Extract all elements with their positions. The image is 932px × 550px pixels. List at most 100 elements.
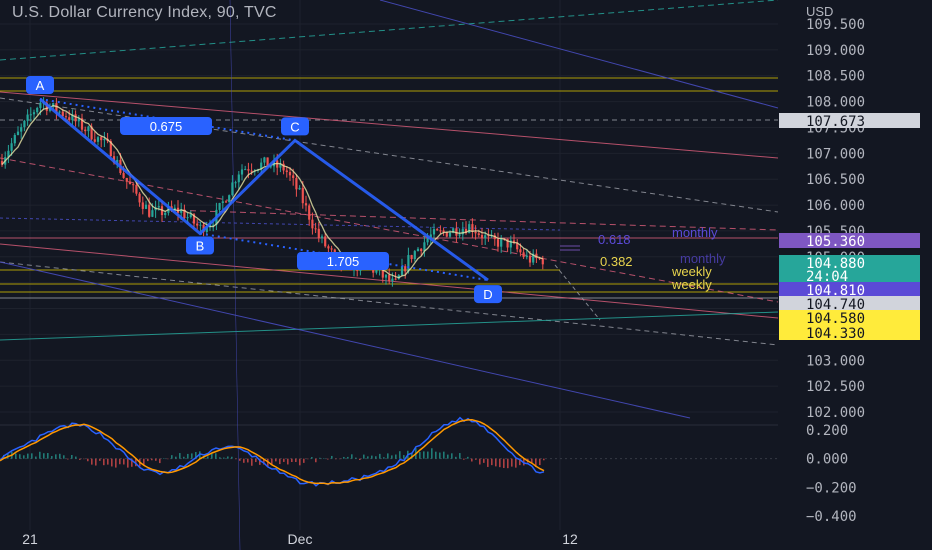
- monthly-level-label: monthly: [680, 251, 726, 266]
- candle-body: [128, 181, 132, 185]
- candle-body: [103, 138, 106, 141]
- price-axis-tick: 109.000: [806, 43, 865, 59]
- histogram-bar: [495, 458, 497, 467]
- histogram-bar: [451, 453, 453, 459]
- candle-body: [304, 203, 308, 206]
- histogram-bar: [51, 456, 53, 459]
- oscillator-axis-tick: −0.400: [806, 509, 857, 525]
- histogram-bar: [499, 458, 501, 468]
- candle-body: [404, 266, 407, 272]
- candle-body: [135, 185, 138, 194]
- price-label-value: 104.580: [806, 311, 865, 327]
- candle-body: [285, 170, 288, 173]
- oscillator-axis-tick: 0.200: [806, 423, 848, 439]
- histogram-bar: [419, 452, 421, 459]
- candle-body: [448, 232, 452, 237]
- histogram-bar: [355, 457, 357, 459]
- candle-body: [500, 238, 503, 247]
- price-axis-tick: 108.500: [806, 69, 865, 85]
- histogram-bar: [279, 458, 281, 465]
- histogram-bar: [219, 457, 221, 459]
- histogram-bar: [251, 458, 253, 466]
- histogram-bar: [351, 454, 353, 459]
- histogram-bar: [539, 458, 541, 466]
- candle-body: [528, 255, 532, 263]
- candle-body: [23, 120, 26, 128]
- candle-body: [320, 236, 324, 238]
- candle-body: [413, 251, 416, 260]
- candle-body: [32, 112, 36, 115]
- histogram-bar: [307, 458, 309, 460]
- candle-body: [199, 224, 202, 226]
- histogram-bar: [283, 458, 285, 462]
- histogram-bar: [55, 454, 57, 459]
- candle-body: [234, 182, 237, 184]
- histogram-bar: [339, 458, 341, 460]
- histogram-bar: [447, 454, 449, 459]
- histogram-bar: [187, 453, 189, 459]
- candle-body: [327, 246, 330, 249]
- histogram-bar: [471, 458, 473, 462]
- weekly-level-label: weekly: [671, 277, 712, 292]
- histogram-bar: [191, 453, 193, 459]
- candle-body: [324, 236, 327, 247]
- candle-body: [122, 173, 125, 178]
- candle-body: [525, 255, 528, 258]
- candle-body: [301, 187, 304, 204]
- candle-body: [298, 187, 301, 190]
- candle-body: [13, 134, 16, 144]
- histogram-bar: [443, 451, 445, 459]
- candle-body: [308, 205, 311, 220]
- histogram-bar: [427, 451, 429, 459]
- histogram-bar: [479, 458, 481, 465]
- candle-body: [87, 126, 90, 132]
- pattern-point-label: C: [290, 119, 299, 134]
- price-axis-tick: 106.000: [806, 198, 865, 214]
- pattern-point-label: B: [196, 239, 205, 254]
- candle-body: [125, 177, 128, 182]
- histogram-bar: [311, 457, 313, 459]
- pattern-point-label: A: [36, 78, 45, 93]
- price-label-value: 107.673: [806, 114, 865, 130]
- histogram-bar: [235, 458, 237, 460]
- histogram-bar: [23, 455, 25, 459]
- candle-body: [164, 212, 167, 216]
- candle-body: [64, 116, 68, 118]
- candle-body: [420, 248, 423, 252]
- candle-body: [407, 255, 410, 272]
- candle-body: [74, 114, 77, 122]
- histogram-bar: [79, 458, 81, 460]
- histogram-bar: [123, 458, 125, 465]
- price-label-value: 104.330: [806, 326, 865, 342]
- candle-body: [496, 239, 500, 247]
- histogram-bar: [491, 458, 493, 466]
- histogram-bar: [455, 456, 457, 459]
- histogram-bar: [391, 455, 393, 459]
- histogram-bar: [507, 458, 509, 469]
- chart-container[interactable]: A B C D 0.675 1.705 0.382 weekly weekly monthly mo…: [0, 0, 932, 550]
- histogram-bar: [163, 458, 165, 459]
- histogram-bar: [395, 454, 397, 459]
- fib-level-label: 0.382: [600, 254, 633, 269]
- histogram-bar: [435, 451, 437, 459]
- candle-body: [16, 131, 20, 135]
- pattern-ratio-label: 1.705: [327, 254, 360, 269]
- histogram-bar: [475, 458, 477, 460]
- histogram-bar: [515, 458, 517, 468]
- histogram-bar: [335, 458, 337, 460]
- price-label-value: 105.360: [806, 234, 865, 250]
- price-chart[interactable]: ABCD0.6751.705 0.382weeklyweeklymonthlymo…: [0, 0, 932, 550]
- candle-body: [314, 228, 317, 230]
- price-axis-tick: 106.500: [806, 172, 865, 188]
- candle-body: [474, 231, 477, 234]
- candle-body: [477, 233, 480, 235]
- candle-body: [432, 229, 436, 235]
- histogram-bar: [303, 458, 305, 463]
- histogram-bar: [319, 457, 321, 459]
- time-axis-tick: Dec: [288, 531, 313, 547]
- histogram-bar: [387, 453, 389, 459]
- histogram-bar: [179, 453, 181, 459]
- histogram-bar: [243, 458, 245, 463]
- candle-body: [20, 127, 23, 132]
- candle-body: [68, 117, 71, 121]
